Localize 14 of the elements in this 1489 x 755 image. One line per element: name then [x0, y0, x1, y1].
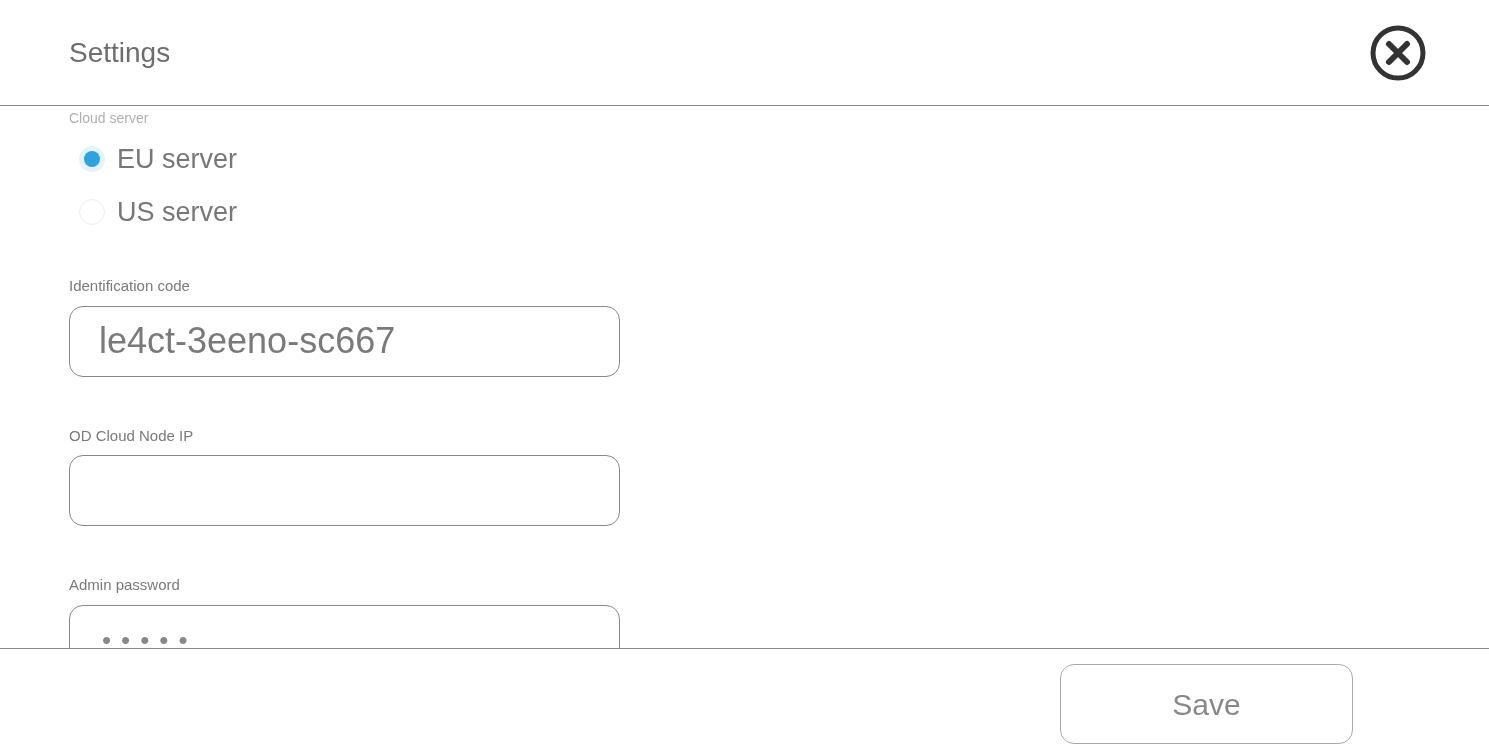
radio-option[interactable]: EU server [79, 139, 238, 180]
radio-button[interactable] [79, 146, 105, 173]
save-button[interactable]: Save [1060, 664, 1353, 744]
password-field[interactable]: ••••• [69, 604, 620, 648]
field-label: OD Cloud Node IP [69, 425, 195, 446]
input-field[interactable]: le4ct-3eeno-sc667 [69, 305, 620, 377]
radio-option[interactable]: US server [79, 191, 238, 232]
field-label: Admin password [69, 575, 181, 595]
window-title: Settings [69, 35, 171, 70]
field-label: Identification code [69, 276, 191, 296]
close-icon [1369, 23, 1427, 82]
section-label: Cloud server [69, 109, 150, 128]
input-field[interactable] [69, 455, 620, 526]
close-button[interactable] [1369, 23, 1427, 82]
